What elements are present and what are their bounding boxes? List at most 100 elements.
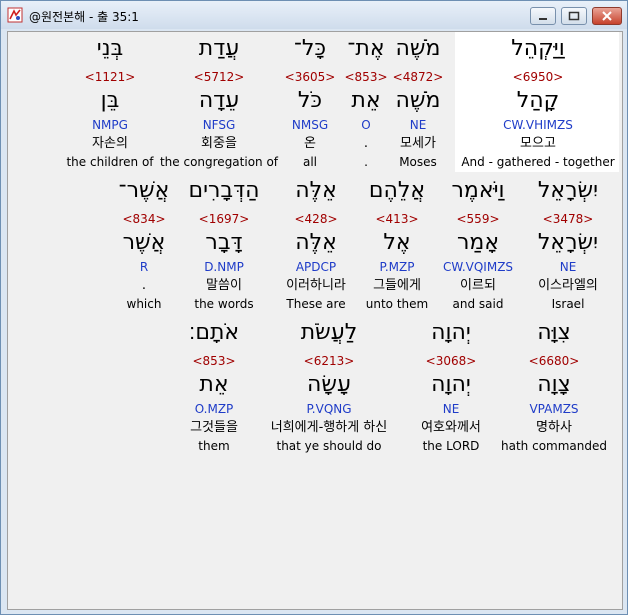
strong-number: <834>: [122, 212, 166, 226]
hebrew-root: כֹּל: [297, 88, 323, 113]
english-gloss: These are: [286, 297, 346, 311]
korean-gloss: 여호와께서: [421, 420, 481, 435]
korean-gloss: 그것들을: [190, 420, 238, 435]
hebrew-word: בְּנֵי: [96, 36, 124, 61]
korean-gloss: 말씀이: [206, 278, 242, 293]
strong-number: <6213>: [303, 354, 355, 368]
english-gloss: the congregation of: [159, 155, 279, 169]
english-gloss: and said: [452, 297, 504, 311]
hebrew-root: דָּבָר: [205, 230, 243, 255]
korean-gloss: 회중을: [201, 136, 237, 151]
hebrew-word: יִשְׂרָאֵל: [537, 178, 599, 203]
minimize-icon: [539, 18, 547, 20]
english-gloss: which: [126, 297, 162, 311]
korean-gloss: 이르되: [460, 278, 496, 293]
hebrew-root: יְהוָה: [431, 372, 471, 397]
close-button[interactable]: [592, 7, 622, 25]
korean-gloss: 명하사: [536, 420, 572, 435]
strong-number: <3068>: [425, 354, 477, 368]
strong-number: <1697>: [198, 212, 250, 226]
title-bar[interactable]: @원전본해 - 출 35:1: [1, 1, 627, 29]
maximize-icon: [568, 11, 580, 21]
parsing-code: NE: [409, 118, 427, 132]
strong-number: <3478>: [542, 212, 594, 226]
hebrew-word: וַיַּקְהֵל: [511, 36, 565, 61]
strong-number: <1121>: [84, 70, 136, 84]
hebrew-word: אֶת־: [347, 36, 385, 61]
korean-gloss: .: [363, 136, 369, 151]
hebrew-word: לַעֲשֹׂת: [300, 320, 358, 345]
parsing-code: NE: [559, 260, 577, 274]
parsing-code: P.VQNG: [306, 402, 352, 416]
hebrew-root: קָהַל: [516, 88, 560, 113]
hebrew-root: בֵּן: [100, 88, 120, 113]
english-gloss: hath commanded: [501, 439, 607, 453]
hebrew-root: עֵדָה: [198, 88, 240, 113]
korean-gloss: 온: [304, 136, 316, 151]
hebrew-root: עָשָׂה: [307, 372, 351, 397]
parsing-code: P.MZP: [379, 260, 415, 274]
hebrew-root: מֹשֶׁה: [395, 88, 441, 113]
hebrew-word: אֹתָם׃: [188, 320, 240, 345]
parsing-code: CW.VQIMZS: [442, 260, 514, 274]
english-gloss: And - gathered - together: [461, 155, 615, 169]
parsing-code: O: [361, 118, 371, 132]
parsing-code: VPAMZS: [529, 402, 579, 416]
korean-gloss: 모세가: [400, 136, 436, 151]
strong-number: <853>: [192, 354, 236, 368]
app-window: @원전본해 - 출 35:1 וַיַּקְהֵל <6950> קָהַל CW.V…: [0, 0, 628, 615]
hebrew-root: אֵת: [199, 372, 229, 397]
parsing-code: NFSG: [202, 118, 236, 132]
strong-number: <5712>: [193, 70, 245, 84]
korean-gloss: 자손의: [92, 136, 128, 151]
app-icon[interactable]: [7, 7, 23, 23]
hebrew-word: יְהוָה: [431, 320, 471, 345]
strong-number: <428>: [294, 212, 338, 226]
hebrew-root: אֶל: [383, 230, 411, 255]
parsing-code: NE: [442, 402, 460, 416]
parsing-code: CW.VHIMZS: [503, 118, 573, 132]
hebrew-word: אֲלֵהֶם: [368, 178, 426, 203]
strong-number: <4872>: [392, 70, 444, 84]
korean-gloss: 이러하니라: [286, 278, 346, 293]
parsing-code: R: [139, 260, 149, 274]
strong-number: <3605>: [284, 70, 336, 84]
strong-number: <6680>: [528, 354, 580, 368]
hebrew-word: וַיֹּאמֶר: [451, 178, 505, 203]
english-gloss: the LORD: [422, 439, 480, 453]
strong-number: <853>: [344, 70, 388, 84]
minimize-button[interactable]: [530, 7, 556, 25]
hebrew-word: אֲשֶׁר־: [118, 178, 170, 203]
english-gloss: Israel: [551, 297, 585, 311]
parsing-code: D.NMP: [204, 260, 244, 274]
korean-gloss: 그들에게: [373, 278, 421, 293]
english-gloss: the children of: [66, 155, 154, 169]
strong-number: <559>: [456, 212, 500, 226]
hebrew-word: מֹשֶׁה: [395, 36, 441, 61]
english-gloss: them: [198, 439, 230, 453]
korean-gloss: 너희에게-행하게 하신: [270, 420, 388, 435]
hebrew-word: צִוָּה: [537, 320, 571, 345]
hebrew-root: אֵלֶּה: [295, 230, 337, 255]
parsing-code: APDCP: [295, 260, 337, 274]
english-gloss: that ye should do: [276, 439, 382, 453]
strong-number: <6950>: [512, 70, 564, 84]
hebrew-root: אֵת: [351, 88, 381, 113]
hebrew-word: עֲדַת: [198, 36, 240, 61]
korean-gloss: .: [141, 278, 147, 293]
english-gloss: the words: [194, 297, 254, 311]
hebrew-word: כָּל־: [293, 36, 327, 61]
close-icon: [602, 11, 612, 21]
window-title: @원전본해 - 출 35:1: [29, 10, 139, 24]
hebrew-word: הַדְּבָרִים: [188, 178, 260, 203]
hebrew-root: יִשְׂרָאֵל: [537, 230, 599, 255]
hebrew-root: צָוָה: [537, 372, 571, 397]
korean-gloss: 이스라엘의: [538, 278, 598, 293]
interlinear-view[interactable]: וַיַּקְהֵל <6950> קָהַל CW.VHIMZS 모으고 And - g…: [7, 31, 623, 610]
parsing-code: NMPG: [92, 118, 128, 132]
parsing-code: NMSG: [291, 118, 329, 132]
maximize-button[interactable]: [561, 7, 587, 25]
hebrew-root: אָמַר: [456, 230, 500, 255]
english-gloss: Moses: [399, 155, 437, 169]
parsing-code: O.MZP: [194, 402, 234, 416]
